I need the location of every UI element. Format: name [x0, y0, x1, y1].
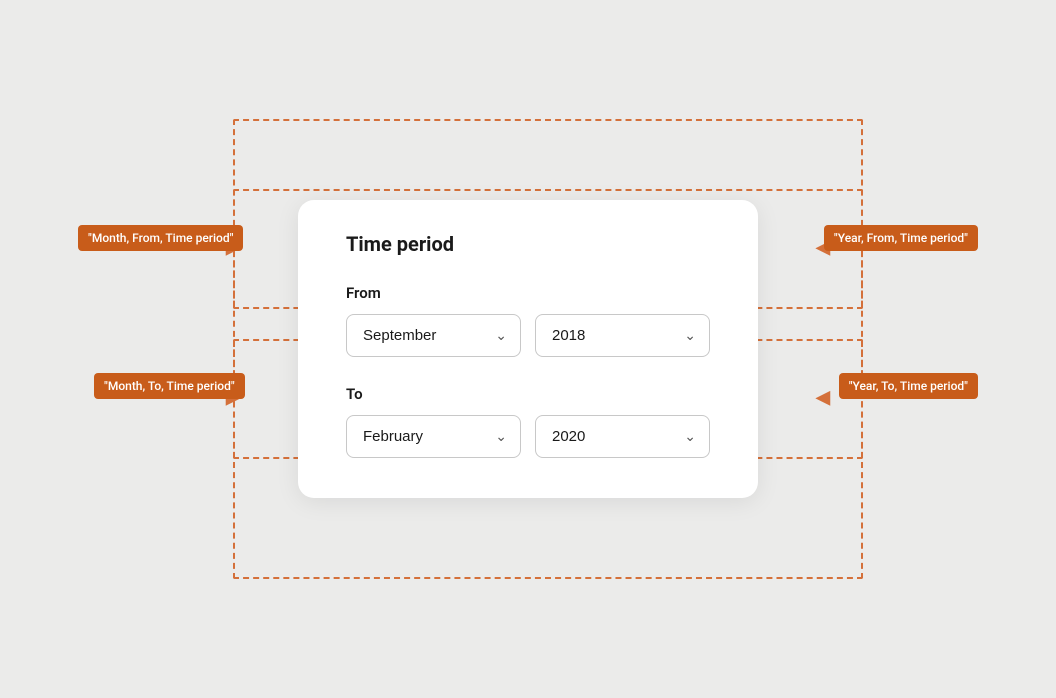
from-row: JanuaryFebruaryMarchAprilMayJuneJulyAugu… [346, 314, 710, 357]
badge-year-to: "Year, To, Time period" [839, 373, 978, 399]
to-year-select[interactable]: 2015201620172018201920202021202220232024 [535, 415, 710, 458]
to-section: To JanuaryFebruaryMarchAprilMayJuneJulyA… [346, 385, 710, 458]
from-month-select[interactable]: JanuaryFebruaryMarchAprilMayJuneJulyAugu… [346, 314, 521, 357]
arrow-right-to: ◀ [816, 387, 830, 408]
to-month-select[interactable]: JanuaryFebruaryMarchAprilMayJuneJulyAugu… [346, 415, 521, 458]
to-row: JanuaryFebruaryMarchAprilMayJuneJulyAugu… [346, 415, 710, 458]
to-year-wrapper: 2015201620172018201920202021202220232024… [535, 415, 710, 458]
from-month-wrapper: JanuaryFebruaryMarchAprilMayJuneJulyAugu… [346, 314, 521, 357]
from-year-wrapper: 2015201620172018201920202021202220232024… [535, 314, 710, 357]
to-label: To [346, 385, 710, 403]
from-section: From JanuaryFebruaryMarchAprilMayJuneJul… [346, 284, 710, 357]
badge-month-from: "Month, From, Time period" [78, 225, 243, 251]
badge-month-to: "Month, To, Time period" [94, 373, 245, 399]
from-label: From [346, 284, 710, 302]
badge-year-from: "Year, From, Time period" [824, 225, 978, 251]
to-month-wrapper: JanuaryFebruaryMarchAprilMayJuneJulyAugu… [346, 415, 521, 458]
card-title: Time period [346, 232, 710, 256]
time-period-card: Time period From JanuaryFebruaryMarchApr… [298, 200, 758, 498]
from-year-select[interactable]: 2015201620172018201920202021202220232024 [535, 314, 710, 357]
